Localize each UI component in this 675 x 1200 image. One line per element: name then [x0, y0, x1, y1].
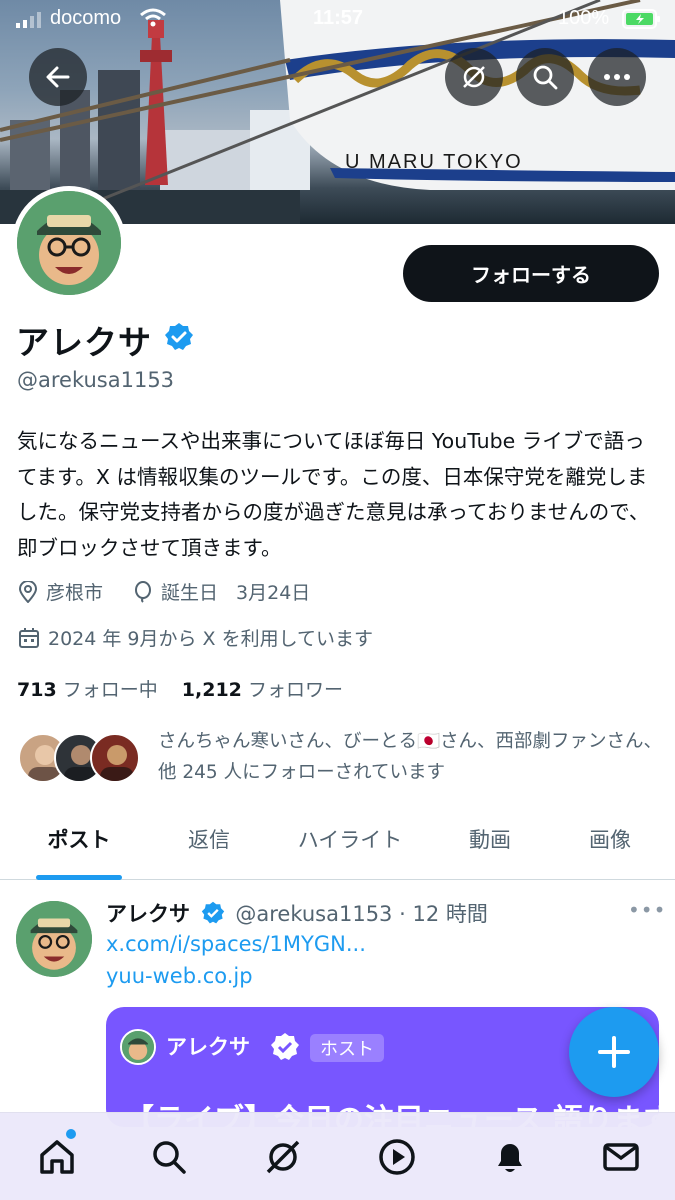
profile-tabs: ポスト 返信 ハイライト 動画 画像	[0, 808, 675, 880]
follow-counts: 713 フォロー中 1,212 フォロワー	[17, 675, 343, 702]
status-bar: docomo 11:57 100%	[0, 0, 675, 38]
location-pin-icon	[18, 580, 38, 603]
search-button[interactable]	[516, 48, 574, 106]
svg-text:U MARU TOKYO: U MARU TOKYO	[345, 151, 523, 173]
avatar-illustration-icon	[17, 191, 121, 295]
tab-videos[interactable]: 動画	[445, 824, 535, 854]
joined-text: 2024 年 9月から X を利用しています	[48, 628, 374, 650]
calendar-icon	[19, 627, 39, 648]
post-author-name[interactable]: アレクサ	[106, 902, 190, 926]
following-label: フォロー中	[62, 679, 158, 701]
tab-replies[interactable]: 返信	[164, 824, 254, 854]
follower-avatar[interactable]	[90, 733, 140, 783]
play-circle-icon	[379, 1139, 415, 1175]
balloon-icon	[135, 580, 151, 603]
signal-icon	[16, 12, 41, 28]
followers-count: 1,212	[181, 679, 242, 701]
mail-icon	[603, 1143, 639, 1171]
more-button[interactable]	[588, 48, 646, 106]
battery-percent: 100%	[558, 7, 610, 29]
battery-icon	[622, 9, 660, 29]
search-icon	[153, 1141, 186, 1174]
carrier-label: docomo	[50, 7, 122, 29]
bell-icon	[498, 1144, 522, 1172]
nav-search[interactable]	[147, 1135, 191, 1179]
profile-avatar[interactable]	[12, 186, 126, 300]
following-count: 713	[17, 679, 57, 701]
back-arrow-icon	[46, 66, 70, 88]
compose-button[interactable]	[569, 1007, 659, 1097]
post-author-handle: @arekusa1153	[235, 902, 393, 926]
avatar-illustration-icon	[16, 901, 92, 977]
post-more-icon[interactable]: •••	[628, 898, 666, 922]
person-photo-icon	[100, 745, 134, 781]
nav-messages[interactable]	[599, 1135, 643, 1179]
home-icon	[40, 1140, 74, 1174]
grok-icon	[266, 1140, 300, 1174]
post-link-spaces[interactable]: x.com/i/spaces/1MYGN...	[106, 932, 366, 956]
active-tab-indicator	[36, 875, 122, 880]
more-icon	[604, 74, 630, 80]
post-avatar[interactable]	[16, 901, 92, 977]
wifi-icon	[140, 8, 166, 27]
grok-button[interactable]	[445, 48, 503, 106]
back-button[interactable]	[29, 48, 87, 106]
bottom-nav	[0, 1112, 675, 1200]
followers-label: フォロワー	[247, 679, 343, 701]
location-text: 彦根市	[46, 582, 104, 604]
post-link-site[interactable]: yuu-web.co.jp	[106, 964, 253, 988]
follow-button[interactable]: フォローする	[403, 245, 659, 302]
following-link[interactable]: 713 フォロー中	[17, 679, 158, 701]
birthday-label: 誕生日	[161, 582, 219, 604]
post-time: · 12 時間	[399, 902, 488, 926]
space-host-name: アレクサ	[166, 1035, 250, 1059]
nav-home[interactable]	[35, 1135, 79, 1179]
birthday-text: 3月24日	[236, 582, 311, 604]
tab-images[interactable]: 画像	[565, 824, 655, 854]
search-icon	[533, 65, 558, 90]
profile-handle: @arekusa1153	[17, 368, 175, 392]
followers-link[interactable]: 1,212 フォロワー	[182, 679, 343, 701]
birthday-item: 誕生日 3月24日	[133, 578, 310, 605]
grok-icon	[463, 66, 485, 88]
nav-grok[interactable]	[261, 1135, 305, 1179]
joined-item: 2024 年 9月から X を利用しています	[18, 624, 373, 651]
tab-posts[interactable]: ポスト	[36, 824, 122, 854]
nav-notifications[interactable]	[488, 1135, 532, 1179]
clock: 11:57	[312, 7, 364, 29]
post-header: アレクサ @arekusa1153 · 12 時間	[106, 898, 488, 928]
nav-video[interactable]	[375, 1135, 419, 1179]
avatar-illustration-icon	[122, 1031, 154, 1063]
profile-bio: 気になるニュースや出来事についてほぼ毎日 YouTube ライブで語ってます。X…	[17, 429, 650, 560]
verified-badge-icon	[201, 901, 224, 924]
plus-icon	[598, 1036, 630, 1068]
home-notification-dot	[66, 1129, 76, 1139]
tab-highlights[interactable]: ハイライト	[280, 824, 420, 854]
space-host-badge: ホスト	[310, 1034, 384, 1062]
profile-name: アレクサ	[16, 323, 152, 362]
followed-by-text[interactable]: さんちゃん寒いさん、びーとる🇯🇵さん、西部劇ファンさん、他 245 人にフォロー…	[158, 726, 663, 788]
verified-badge-icon[interactable]	[164, 322, 194, 352]
verified-badge-icon	[271, 1033, 299, 1060]
space-host-avatar	[120, 1029, 156, 1065]
location-item: 彦根市	[18, 578, 103, 605]
